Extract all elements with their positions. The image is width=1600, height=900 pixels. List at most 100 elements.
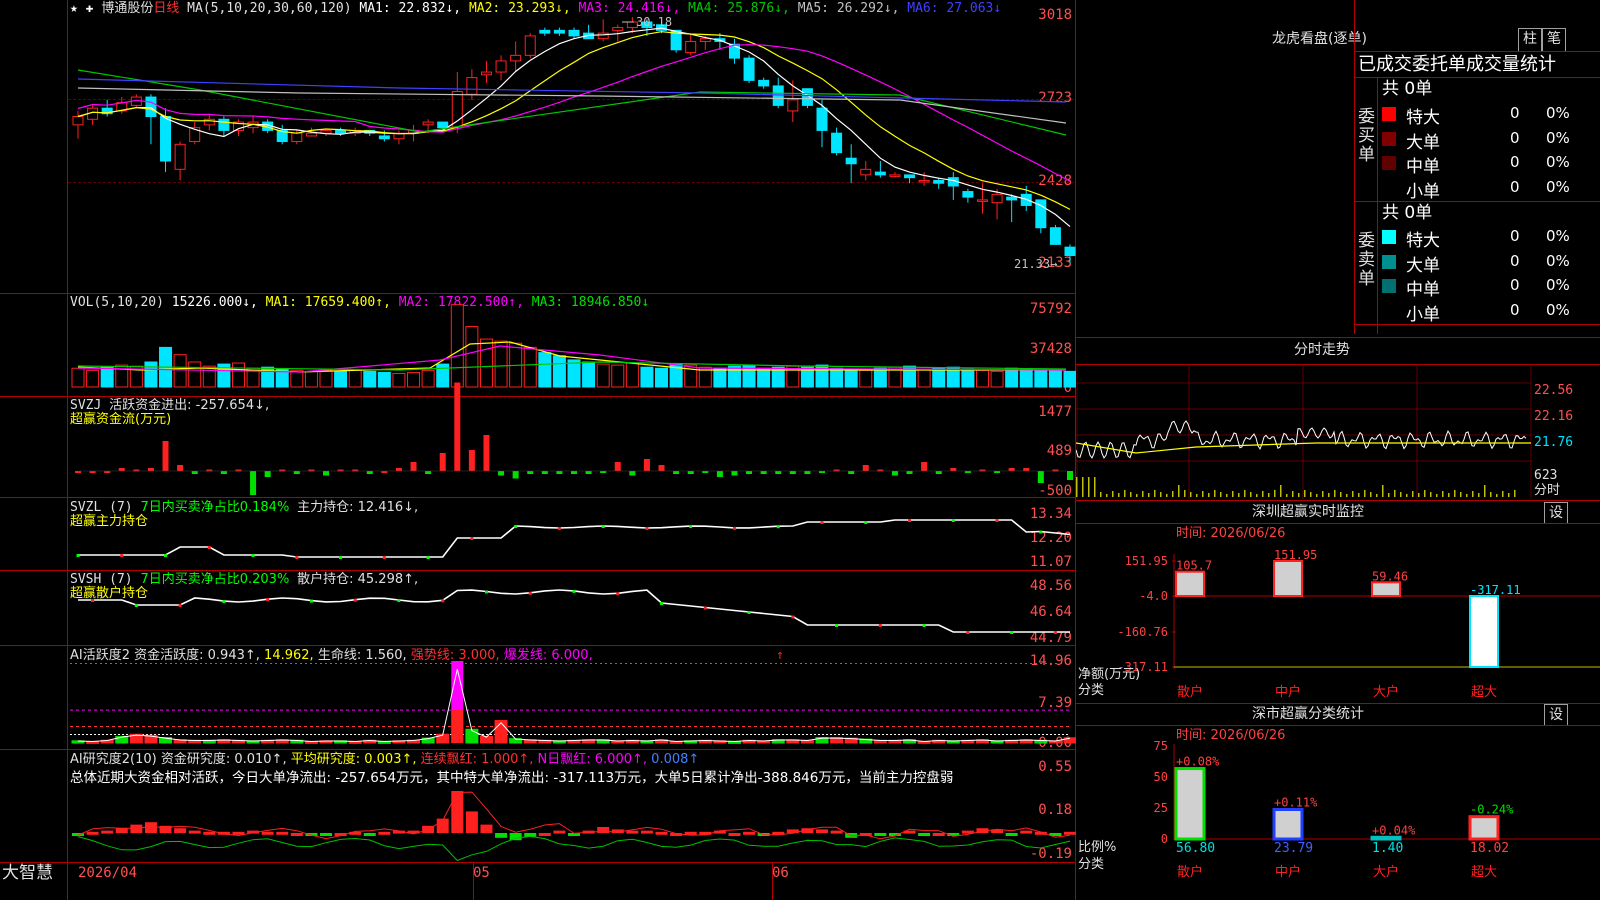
legend-swatch [1382,279,1396,293]
svsh-dot [966,631,970,634]
fs-vol-bar [1226,494,1228,497]
fs-vol-bar [1238,493,1240,497]
volume-bar [523,346,537,388]
row-label: 大单 [1406,255,1440,276]
volume-bar [348,369,362,388]
fs-vol-bar [1124,490,1126,497]
ai1-line [77,669,1071,743]
flow-bar [527,471,534,474]
fs-vol-bar [1112,491,1114,497]
fs-vol-bar [1334,490,1336,497]
separator [1354,51,1600,52]
flow-bar [1023,468,1030,471]
flow-bar [614,462,621,471]
volume-bar [1019,368,1033,388]
sell-row: 大单 0 0% [1382,251,1600,276]
fs-vol-bar [1376,494,1378,497]
flow-bar [89,471,96,473]
research-bar [203,831,216,835]
svzl-dot [776,525,780,529]
flow-bar [468,450,475,471]
cls-ytick: 0 [1161,832,1168,846]
row-percent: 0% [1546,104,1570,122]
flow-bar [323,471,329,476]
candle-body [305,132,317,137]
sz-bar [1371,581,1401,597]
research-bar [465,811,478,833]
fs-vol-bar [1448,493,1450,497]
intraday-chart[interactable] [1076,365,1600,499]
sell-side-label: 委卖单 [1358,231,1375,289]
flow-bar [658,465,665,471]
fs-vol-bar [1514,490,1516,497]
tick-view-button[interactable]: 笔 [1542,28,1566,52]
research-bar [276,831,289,835]
svzl-dot [1039,530,1043,534]
flow-bar [571,471,577,474]
flow-bar [862,465,869,471]
volume-bar [552,355,566,388]
svsh-dot [660,602,664,605]
research-bar [830,830,843,834]
main-chart-panel[interactable]: 3018 2723 2428 2133 75792 37428 0 1477 4… [0,0,1076,900]
row-label: 大单 [1406,132,1440,153]
candle-body [218,118,230,131]
fs-vol-bar [1382,485,1384,497]
flow-bar [702,471,709,473]
buy-side-label: 委买单 [1358,107,1375,165]
legend-swatch [1382,131,1396,146]
sz-settings-button[interactable]: 设 [1544,502,1568,524]
volume-bar [334,370,348,388]
sz-xlabel: 分类 [1078,683,1105,698]
volume-bar [304,370,318,388]
flow-bar [425,471,432,474]
sell-total: 共 0单 [1382,203,1433,223]
row-label: 中单 [1406,280,1440,300]
row-label: 特大 [1406,108,1440,128]
volume-bar [392,372,406,388]
fs-vol-bar [1430,492,1432,497]
volume-bar [567,359,581,388]
volume-bar [465,326,479,388]
research-bar [451,791,464,833]
candle-body [889,174,901,177]
column-view-button[interactable]: 柱 [1518,28,1542,52]
cls-category-label: 中户 [1275,864,1301,880]
svsh-dot [1053,631,1057,634]
separator [1354,0,1355,334]
fs-vol-bar [1130,492,1132,497]
volume-bar [1005,367,1019,388]
cls-value-label: 56.80 [1176,841,1215,856]
cls-settings-button[interactable]: 设 [1544,704,1568,726]
research-bar [597,827,610,833]
flow-bar [906,471,913,474]
volume-bar [494,340,508,388]
fs-title: 分时走势 [1294,342,1350,358]
candle-body [758,79,770,87]
fs-vol-bar [1454,490,1456,497]
flow-bar [293,471,300,474]
svsh-dot [878,624,882,627]
svsh-dot [835,624,839,627]
fs-vol-bar [1310,492,1312,497]
fs-vol-bar [1202,491,1204,497]
flow-bar [643,459,650,471]
research-bar [290,833,303,836]
cls-bar [1370,835,1402,841]
fs-vol-bar [1220,492,1222,497]
flow-bar [891,471,898,476]
svzl-dot [732,526,736,530]
row-count: 0 [1510,128,1520,147]
candlestick-chart[interactable]: 30.18 21.33→ ↑ [0,0,1076,900]
volume-bar [188,361,202,388]
svzl-dot [339,556,343,559]
flow-bar [556,471,563,474]
candle-body [553,29,565,34]
cls-bar [1174,767,1206,841]
cls-value-label: 23.79 [1274,841,1313,856]
flow-bar [366,471,373,474]
cls-category-label: 散户 [1177,864,1203,880]
flow-bar [731,471,738,476]
candle-body [801,88,813,106]
candle-body [145,96,157,118]
